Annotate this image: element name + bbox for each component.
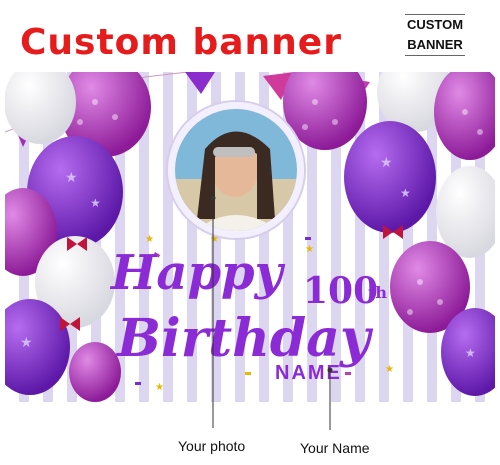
label-line-2: BANNER (407, 37, 463, 52)
svg-text:★: ★ (385, 364, 394, 375)
svg-text:★: ★ (65, 170, 78, 186)
balloon (69, 342, 121, 402)
divider (405, 55, 465, 56)
caption-your-name: Your Name (300, 440, 370, 456)
balloon (344, 121, 436, 233)
svg-text:★: ★ (20, 335, 33, 351)
photo-placeholder (168, 102, 304, 238)
svg-text:★: ★ (155, 382, 164, 393)
balloon (434, 72, 495, 160)
svg-text:★: ★ (465, 346, 476, 360)
happy-text: Happy (111, 245, 283, 301)
svg-text:★: ★ (400, 186, 411, 200)
name-text: NAME (275, 362, 342, 384)
age-number: 100 (303, 270, 379, 312)
balloon (5, 72, 76, 144)
ordinal-suffix: th (368, 283, 388, 302)
svg-text:★: ★ (90, 196, 101, 210)
svg-text:★: ★ (145, 234, 154, 245)
heading: Custom banner (20, 22, 342, 63)
custom-banner-label: CUSTOM BANNER (400, 14, 470, 56)
photo-icon (175, 109, 297, 231)
balloon (436, 166, 495, 258)
svg-text:★: ★ (305, 244, 314, 255)
label-line-1: CUSTOM (406, 17, 464, 32)
birthday-banner: ★ ★ ★ ★ ★ ★ ★ ★ ★ ★ ★ Happy 100 th Birth… (5, 72, 495, 402)
caption-your-photo: Your photo (178, 438, 246, 454)
birthday-text: Birthday (117, 308, 371, 369)
svg-text:★: ★ (380, 155, 393, 171)
flag (185, 72, 215, 94)
